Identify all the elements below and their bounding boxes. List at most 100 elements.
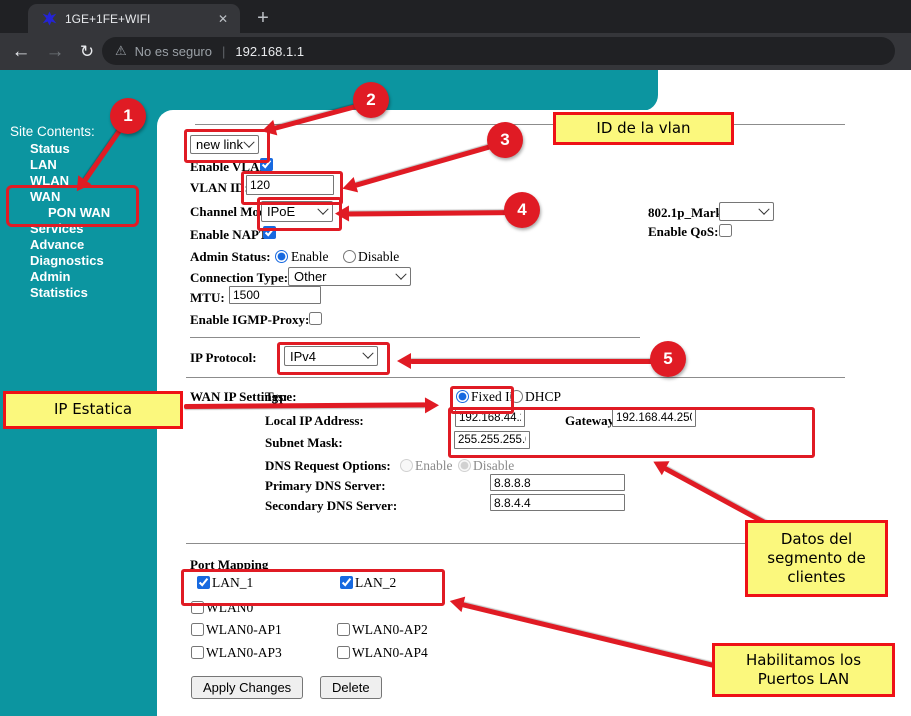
ip-protocol-label: IP Protocol: <box>190 350 257 366</box>
gateway-input[interactable] <box>612 409 696 427</box>
omnibox-separator: | <box>222 44 225 59</box>
sidebar-item-wan[interactable]: WAN <box>30 189 110 205</box>
channel-mode-select[interactable]: IPoE <box>261 201 333 222</box>
browser-toolbar: ← → ↻ ⚠ No es seguro | 192.168.1.1 <box>0 33 911 70</box>
delete-button[interactable]: Delete <box>320 676 382 699</box>
step-5-badge: 5 <box>650 341 686 377</box>
secondary-dns-label: Secondary DNS Server: <box>265 498 397 514</box>
address-bar[interactable]: ⚠ No es seguro | 192.168.1.1 <box>102 37 895 65</box>
port-lan2-checkbox[interactable] <box>340 576 353 589</box>
not-secure-warning-icon: ⚠ <box>115 43 127 59</box>
dns-enable-label: Enable <box>415 458 452 474</box>
fixed-ip-radio[interactable] <box>456 390 469 403</box>
divider-ip-protocol <box>186 377 845 378</box>
port-wlan0-ap2-checkbox[interactable] <box>337 623 350 636</box>
close-tab-icon[interactable]: ✕ <box>214 10 232 28</box>
enable-igmp-label: Enable IGMP-Proxy: <box>190 312 309 328</box>
browser-tab-bar: 1GE+1FE+WIFI ✕ + <box>0 0 911 33</box>
back-icon[interactable]: ← <box>8 39 34 65</box>
sidebar-item-diagnostics[interactable]: Diagnostics <box>30 253 110 269</box>
subnet-mask-label: Subnet Mask: <box>265 435 343 451</box>
dns-disable-radio[interactable] <box>458 459 471 472</box>
dns-disable-label: Disable <box>473 458 514 474</box>
sidebar-item-statistics[interactable]: Statistics <box>30 285 110 301</box>
divider-mid <box>190 337 640 338</box>
dns-enable-radio[interactable] <box>400 459 413 472</box>
primary-dns-input[interactable] <box>490 474 625 491</box>
subnet-mask-input[interactable] <box>454 431 530 449</box>
arrow-step5 <box>410 359 668 364</box>
chevron-down-icon <box>758 203 769 214</box>
sidebar-item-admin[interactable]: Admin <box>30 269 110 285</box>
note-client-segment: Datos del segmento de clientes <box>745 520 888 597</box>
port-wlan0-ap3-label: WLAN0-AP3 <box>206 645 282 661</box>
dns-options-label: DNS Request Options: <box>265 458 391 474</box>
sidebar-item-advance[interactable]: Advance <box>30 237 110 253</box>
connection-type-label: Connection Type: <box>190 270 288 286</box>
primary-dns-label: Primary DNS Server: <box>265 478 386 494</box>
note-lan-ports: Habilitamos los Puertos LAN <box>712 643 895 697</box>
enable-qos-label: Enable QoS: <box>648 224 718 240</box>
connection-type-select[interactable]: Other <box>288 267 411 286</box>
mtu-input[interactable] <box>229 286 321 304</box>
enable-vlan-checkbox[interactable] <box>260 158 273 171</box>
secondary-dns-input[interactable] <box>490 494 625 511</box>
chevron-down-icon <box>362 348 373 359</box>
admin-disable-label: Disable <box>358 249 399 265</box>
step-1-badge: 1 <box>110 98 146 134</box>
vlan-id-label: VLAN ID: <box>190 180 249 196</box>
port-wlan0-ap4-label: WLAN0-AP4 <box>352 645 428 661</box>
vlan-id-input[interactable] <box>246 175 334 195</box>
enable-napt-label: Enable NAPT: <box>190 227 271 243</box>
sidebar-item-status[interactable]: Status <box>30 141 110 157</box>
chevron-down-icon <box>395 268 406 279</box>
enable-napt-checkbox[interactable] <box>263 226 276 239</box>
port-wlan0-checkbox[interactable] <box>191 601 204 614</box>
note-vlan-id: ID de la vlan <box>553 112 734 145</box>
dhcp-radio[interactable] <box>510 390 523 403</box>
port-wlan0-ap1-checkbox[interactable] <box>191 623 204 636</box>
admin-enable-radio[interactable] <box>275 250 288 263</box>
port-wlan0-ap3-checkbox[interactable] <box>191 646 204 659</box>
note-static-ip: IP Estatica <box>3 391 183 429</box>
port-mapping-title: Port Mapping <box>190 557 268 573</box>
dhcp-label: DHCP <box>525 389 561 405</box>
admin-disable-radio[interactable] <box>343 250 356 263</box>
port-lan2-label: LAN_2 <box>355 575 396 591</box>
admin-status-label: Admin Status: <box>190 249 271 265</box>
sidebar-item-pon-wan[interactable]: PON WAN <box>48 205 110 221</box>
admin-enable-label: Enable <box>291 249 328 265</box>
step-3-badge: 3 <box>487 122 523 158</box>
mark-select[interactable] <box>719 202 774 221</box>
apply-changes-button[interactable]: Apply Changes <box>191 676 303 699</box>
port-wlan0-label: WLAN0 <box>206 600 253 616</box>
reload-icon[interactable]: ↻ <box>74 39 100 65</box>
ip-protocol-select[interactable]: IPv4 <box>284 346 378 366</box>
enable-igmp-checkbox[interactable] <box>309 312 322 325</box>
port-lan1-label: LAN_1 <box>212 575 253 591</box>
favicon-icon <box>42 11 57 26</box>
url-text[interactable]: 192.168.1.1 <box>235 44 304 59</box>
port-wlan0-ap1-label: WLAN0-AP1 <box>206 622 282 638</box>
mtu-label: MTU: <box>190 290 225 306</box>
port-wlan0-ap2-label: WLAN0-AP2 <box>352 622 428 638</box>
port-wlan0-ap4-checkbox[interactable] <box>337 646 350 659</box>
enable-qos-checkbox[interactable] <box>719 224 732 237</box>
mark-label: 802.1p_Mark <box>648 205 723 221</box>
chevron-down-icon <box>317 203 328 214</box>
browser-tab[interactable]: 1GE+1FE+WIFI ✕ <box>28 4 240 33</box>
not-secure-label[interactable]: No es seguro <box>135 44 212 59</box>
step-4-badge: 4 <box>504 192 540 228</box>
tab-title: 1GE+1FE+WIFI <box>65 12 214 26</box>
step-2-badge: 2 <box>353 82 389 118</box>
router-config-page: Site Contents: Status LAN WLAN WAN PON W… <box>0 70 911 716</box>
link-select[interactable]: new link <box>190 135 259 154</box>
new-tab-button[interactable]: + <box>250 6 276 32</box>
port-lan1-checkbox[interactable] <box>197 576 210 589</box>
channel-mode-label: Channel Mode <box>190 204 272 220</box>
chevron-down-icon <box>243 136 254 147</box>
forward-icon[interactable]: → <box>42 39 68 65</box>
sidebar-title: Site Contents: <box>10 124 95 139</box>
local-ip-input[interactable] <box>455 409 525 427</box>
sidebar-item-services[interactable]: Services <box>30 221 110 237</box>
